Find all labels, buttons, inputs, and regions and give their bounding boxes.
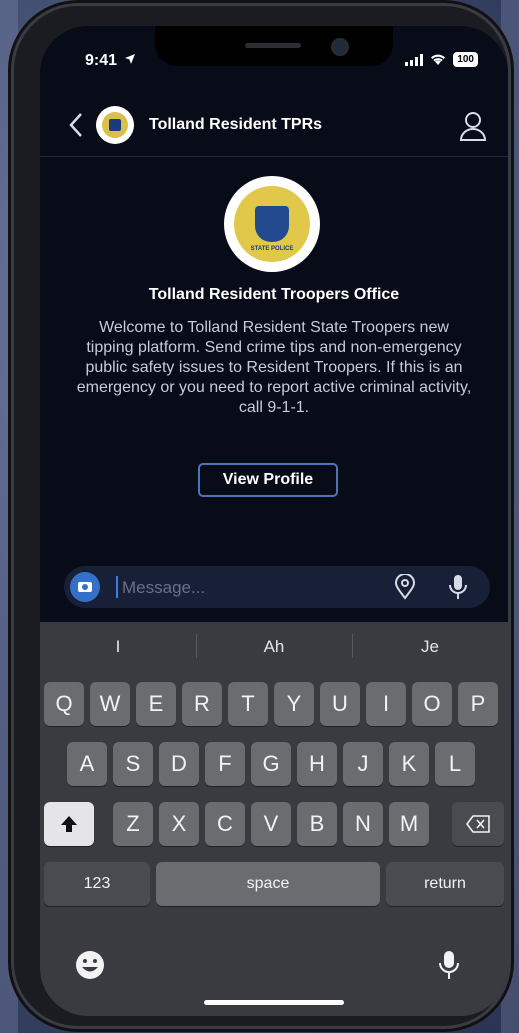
key-b[interactable]: B — [297, 802, 337, 846]
key-d[interactable]: D — [159, 742, 199, 786]
time-label: 9:41 — [85, 52, 118, 69]
suggestion-2[interactable]: Ah — [196, 622, 352, 672]
speaker — [245, 43, 301, 48]
key-p[interactable]: P — [458, 682, 498, 726]
dictation-icon[interactable] — [438, 949, 460, 981]
phone-screen: 9:41 100 Tolland Resident TPRs STATE POL… — [40, 26, 508, 1016]
welcome-message: Welcome to Tolland Resident State Troope… — [76, 319, 472, 416]
key-t[interactable]: T — [228, 682, 268, 726]
key-j[interactable]: J — [343, 742, 383, 786]
suggestion-bar: I Ah Je — [40, 622, 508, 672]
key-y[interactable]: Y — [274, 682, 314, 726]
front-camera — [331, 38, 349, 56]
key-z[interactable]: Z — [113, 802, 153, 846]
location-arrow-icon — [125, 54, 136, 64]
location-pin-icon[interactable] — [394, 574, 416, 600]
key-q[interactable]: Q — [44, 682, 84, 726]
status-indicators: 100 — [405, 52, 478, 67]
microphone-icon[interactable] — [448, 574, 468, 600]
shift-icon — [61, 816, 77, 832]
seal-shield — [255, 206, 289, 242]
battery-indicator: 100 — [453, 52, 478, 67]
key-n[interactable]: N — [343, 802, 383, 846]
signal-icon — [405, 53, 424, 66]
keyboard-row-2: A S D F G H J K L — [40, 742, 508, 786]
person-icon[interactable] — [458, 110, 488, 142]
backspace-key[interactable] — [452, 802, 504, 846]
key-o[interactable]: O — [412, 682, 452, 726]
key-r[interactable]: R — [182, 682, 222, 726]
key-f[interactable]: F — [205, 742, 245, 786]
key-k[interactable]: K — [389, 742, 429, 786]
keyboard-row-1: Q W E R T Y U I O P — [40, 682, 508, 726]
key-c[interactable]: C — [205, 802, 245, 846]
status-time: 9:41 — [85, 52, 136, 70]
key-s[interactable]: S — [113, 742, 153, 786]
key-x[interactable]: X — [159, 802, 199, 846]
key-w[interactable]: W — [90, 682, 130, 726]
numbers-key[interactable]: 123 — [44, 862, 150, 906]
header-title[interactable]: Tolland Resident TPRs — [149, 116, 322, 134]
backspace-icon — [466, 815, 490, 833]
key-u[interactable]: U — [320, 682, 360, 726]
key-h[interactable]: H — [297, 742, 337, 786]
profile-name: Tolland Resident Troopers Office — [148, 286, 400, 303]
return-key[interactable]: return — [386, 862, 504, 906]
keyboard-row-3: Z X C V B N M — [40, 802, 508, 846]
notch — [155, 26, 393, 66]
key-l[interactable]: L — [435, 742, 475, 786]
view-profile-button[interactable]: View Profile — [198, 463, 338, 497]
chat-header: Tolland Resident TPRs — [40, 96, 508, 157]
keyboard-row-4: 123 space return — [40, 862, 508, 906]
seal-icon — [102, 112, 128, 138]
key-v[interactable]: V — [251, 802, 291, 846]
header-avatar[interactable] — [96, 106, 134, 144]
home-indicator[interactable] — [204, 1000, 344, 1005]
state-police-seal-icon: STATE POLICE — [234, 186, 310, 262]
message-input[interactable] — [120, 572, 364, 604]
key-g[interactable]: G — [251, 742, 291, 786]
camera-button[interactable] — [70, 572, 100, 602]
wifi-icon — [431, 54, 446, 65]
message-composer — [64, 566, 490, 608]
shift-key[interactable] — [44, 802, 94, 846]
key-a[interactable]: A — [67, 742, 107, 786]
text-cursor — [116, 576, 118, 598]
emoji-icon[interactable] — [74, 949, 106, 981]
space-key[interactable]: space — [156, 862, 380, 906]
back-chevron-icon[interactable] — [68, 112, 84, 141]
key-e[interactable]: E — [136, 682, 176, 726]
phone-frame: 9:41 100 Tolland Resident TPRs STATE POL… — [14, 6, 508, 1026]
camera-icon — [78, 582, 92, 592]
seal-text: STATE POLICE — [250, 246, 294, 252]
suggestion-1[interactable]: I — [40, 622, 196, 672]
key-i[interactable]: I — [366, 682, 406, 726]
keyboard: I Ah Je Q W E R T Y U I O P A S D F G H … — [40, 622, 508, 1016]
profile-avatar: STATE POLICE — [224, 176, 320, 272]
key-m[interactable]: M — [389, 802, 429, 846]
suggestion-3[interactable]: Je — [352, 622, 508, 672]
